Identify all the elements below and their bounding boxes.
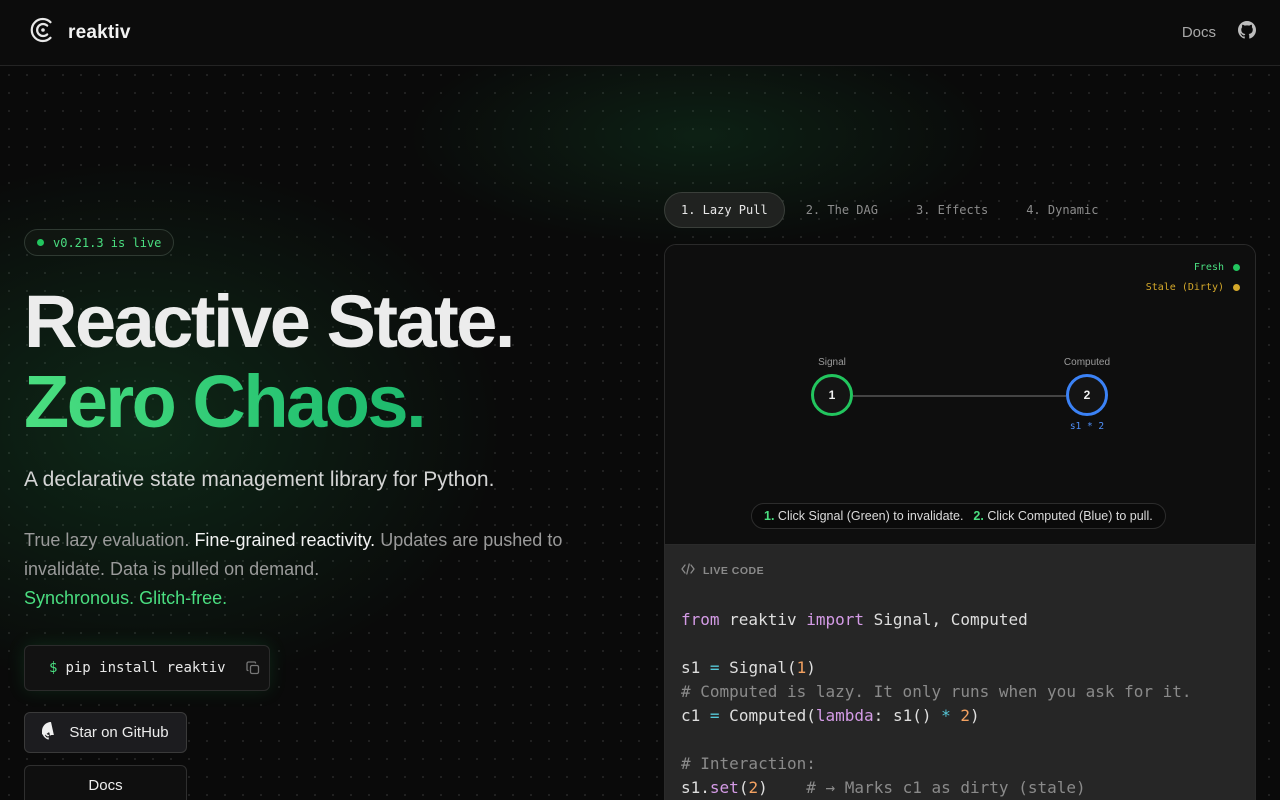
hint-step2-text: Click Computed (Blue) to pull. [987, 509, 1153, 523]
instruction-hint: 1. Click Signal (Green) to invalidate. 2… [751, 503, 1166, 529]
desc-part1: True lazy evaluation. [24, 530, 190, 550]
brand[interactable]: reaktiv [30, 17, 131, 48]
hint-step1-text: Click Signal (Green) to invalidate. [777, 509, 964, 523]
demo-panel: Fresh Stale (Dirty) Signal Computed 1 2 … [664, 244, 1256, 800]
code-token: lambda [815, 706, 874, 725]
signal-node[interactable]: 1 [811, 374, 853, 416]
code-token: Computed( [719, 706, 816, 725]
code-token: : s1() [873, 706, 942, 725]
github-icon[interactable] [1238, 21, 1256, 44]
code-block[interactable]: from reaktiv import Signal, Computed s1 … [681, 608, 1239, 800]
hero-section: v0.21.3 is live Reactive State. Zero Cha… [24, 229, 604, 800]
tab-lazy-pull[interactable]: 1. Lazy Pull [664, 192, 785, 228]
legend-stale-dot [1233, 284, 1240, 291]
code-token: ) [970, 706, 980, 725]
code-line-4: # Computed is lazy. It only runs when yo… [681, 682, 1192, 701]
code-token: 2 [950, 706, 971, 725]
code-line-5: c1 = Computed(lambda: s1() * 2) [681, 706, 980, 725]
demo-tabs: 1. Lazy Pull 2. The DAG 3. Effects 4. Dy… [664, 192, 1115, 228]
code-token: = [709, 706, 720, 725]
hero-description: True lazy evaluation. Fine-grained react… [24, 526, 604, 613]
computed-node-label: Computed [1063, 357, 1111, 368]
code-token: import [806, 610, 865, 629]
docs-button-label: Docs [88, 777, 123, 794]
code-token: s1 [681, 658, 710, 677]
star-github-label: Star on GitHub [69, 724, 169, 741]
code-token: ( [738, 778, 749, 797]
install-command-box[interactable]: $ pip install reaktiv [24, 645, 270, 691]
code-token: set [709, 778, 739, 797]
hint-step2-num: 2. [973, 509, 984, 523]
tab-dynamic[interactable]: 4. Dynamic [1009, 192, 1115, 228]
code-token: 1 [796, 658, 807, 677]
code-header: LIVE CODE [681, 563, 1239, 578]
brand-name: reaktiv [68, 21, 131, 43]
code-token: * [941, 706, 951, 725]
code-brackets-icon [681, 563, 695, 578]
signal-node-label: Signal [818, 357, 846, 368]
code-token: reaktiv [719, 610, 807, 629]
top-nav: reaktiv Docs [0, 0, 1280, 66]
code-token: # → Marks c1 as dirty (stale) [767, 778, 1086, 797]
legend-stale: Stale (Dirty) [1146, 282, 1240, 293]
nav-docs-link[interactable]: Docs [1182, 24, 1216, 41]
install-prompt: $ [49, 660, 58, 676]
code-token: s1. [681, 778, 710, 797]
code-token: Signal, Computed [864, 610, 1028, 629]
code-line-8: s1.set(2) # → Marks c1 as dirty (stale) [681, 778, 1086, 797]
code-token: ) [758, 778, 768, 797]
install-command: pip install reaktiv [65, 660, 226, 676]
star-github-button[interactable]: Star on GitHub [24, 712, 187, 753]
legend-stale-label: Stale (Dirty) [1145, 282, 1224, 293]
code-token: ) [806, 658, 816, 677]
desc-part2: Fine-grained reactivity. [194, 530, 376, 550]
code-line-3: s1 = Signal(1) [681, 658, 816, 677]
github-icon [40, 721, 60, 744]
code-token: c1 [681, 706, 710, 725]
code-token: Signal( [719, 658, 797, 677]
graph-visualization: Fresh Stale (Dirty) Signal Computed 1 2 … [665, 245, 1255, 545]
computed-formula: s1 * 2 [1069, 421, 1105, 432]
tab-effects[interactable]: 3. Effects [899, 192, 1005, 228]
version-text: v0.21.3 is live [53, 235, 162, 250]
legend: Fresh Stale (Dirty) [1146, 262, 1240, 293]
copy-icon[interactable] [245, 661, 260, 675]
desc-part4: Synchronous. Glitch-free. [24, 588, 228, 608]
hero-title-line1: Reactive State. [24, 280, 516, 363]
code-line-7: # Interaction: [681, 754, 816, 773]
hint-step1-num: 1. [764, 509, 775, 523]
code-header-label: LIVE CODE [703, 564, 765, 577]
hero-title-line2: Zero Chaos. [24, 362, 604, 442]
code-token: = [709, 658, 720, 677]
graph-edge [853, 395, 1066, 397]
code-token: from [681, 610, 720, 629]
version-badge: v0.21.3 is live [24, 229, 175, 256]
live-code-section: LIVE CODE from reaktiv import Signal, Co… [665, 545, 1255, 800]
computed-node[interactable]: 2 [1066, 374, 1108, 416]
docs-button[interactable]: Docs [24, 765, 187, 800]
hero-subtitle: A declarative state management library f… [24, 468, 495, 491]
reaktiv-logo-icon [30, 17, 56, 48]
code-line-1: from reaktiv import Signal, Computed [681, 610, 1028, 629]
code-token: 2 [748, 778, 759, 797]
legend-fresh: Fresh [1194, 262, 1240, 273]
status-dot [37, 239, 44, 246]
nav-right: Docs [1182, 21, 1256, 44]
legend-fresh-dot [1233, 264, 1240, 271]
legend-fresh-label: Fresh [1193, 262, 1224, 273]
tab-the-dag[interactable]: 2. The DAG [789, 192, 895, 228]
